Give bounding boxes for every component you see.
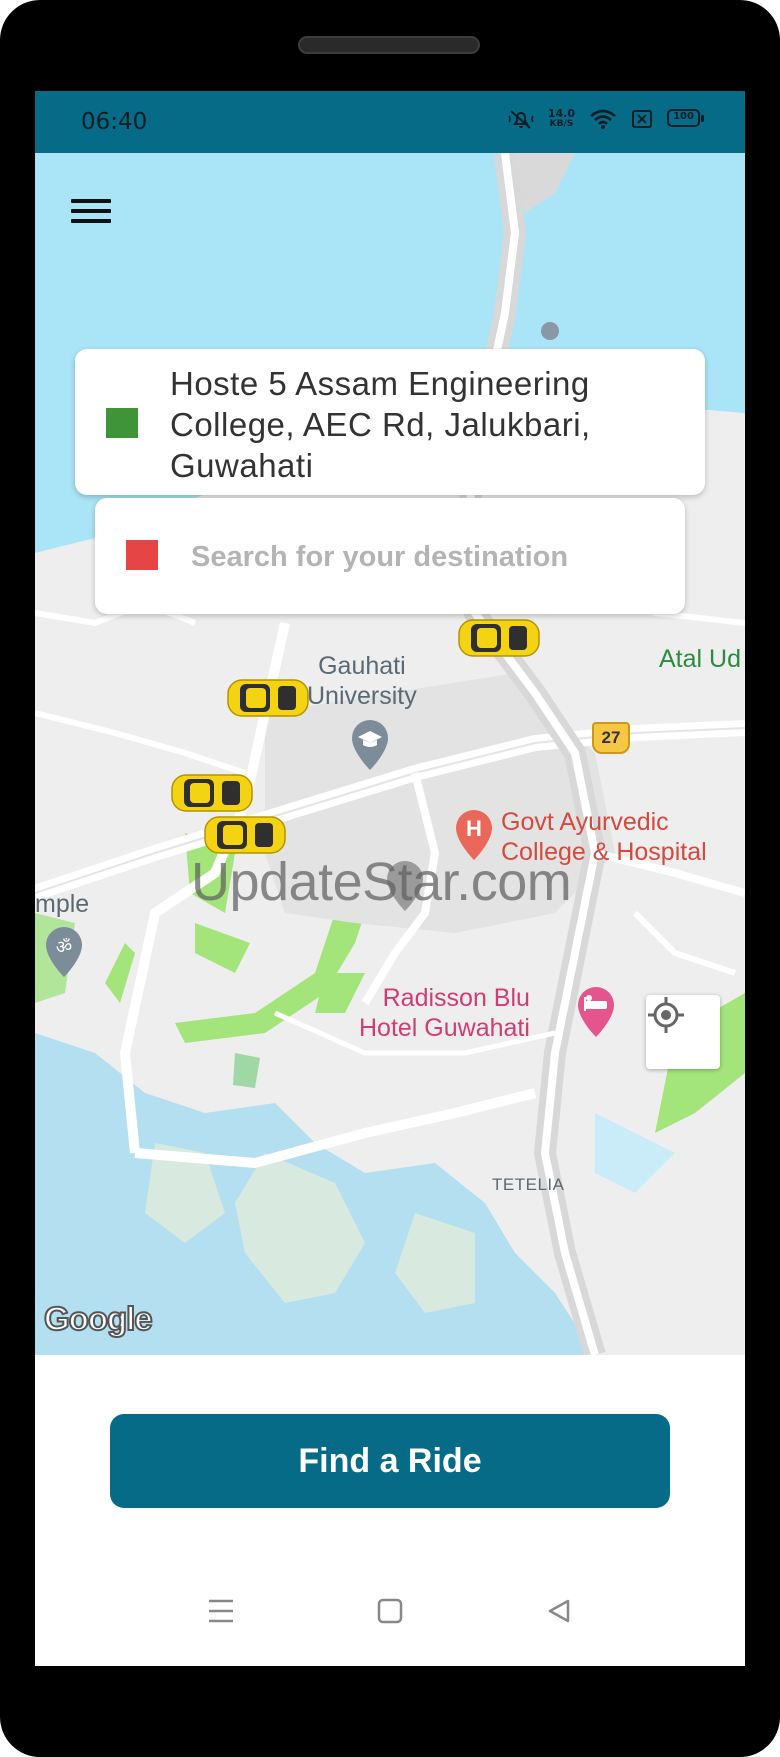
taxi-icon [458,619,540,657]
taxi-icon [227,679,309,717]
poi-label-university-line1: Gauhati [318,652,406,680]
poi-label-hotel-line2: Hotel Guwahati [359,1014,530,1042]
home-icon [377,1598,403,1624]
menu-icon[interactable] [71,195,111,227]
status-time: 06:40 [81,109,148,135]
back-button[interactable] [539,1591,579,1631]
road-shield-27: 27 [592,722,630,754]
map-label-temple: mple [35,890,90,918]
hotel-icon[interactable] [575,985,617,1039]
origin-card[interactable]: Hoste 5 Assam Engineering College, AEC R… [75,349,705,495]
network-speed: 14.0 KB/S [548,108,575,130]
recents-icon [209,1599,233,1623]
poi-label-university[interactable]: Gauhati University [307,651,417,711]
app-screen: 06:40 14.0 KB/S 100 Gauhati University H… [35,91,745,1666]
watermark: UpdateStar.com [191,852,572,912]
home-button[interactable] [370,1591,410,1631]
battery-icon: 100 [667,109,705,129]
my-location-button[interactable] [646,995,720,1069]
poi-label-hotel-line1: Radisson Blu [382,984,530,1012]
my-location-icon [648,997,684,1033]
find-ride-button[interactable]: Find a Ride [110,1414,670,1508]
poi-label-university-line2: University [307,682,417,710]
poi-label-hospital-line1: Govt Ayurvedic [501,808,669,836]
svg-text:H: H [466,816,482,841]
map-label-atal: Atal Ud [659,645,741,673]
network-speed-value: 14.0 [547,107,575,120]
destination-search-input[interactable] [189,534,663,580]
destination-marker [126,540,158,570]
network-speed-unit: KB/S [549,119,574,129]
temple-icon[interactable]: ॐ [43,925,85,979]
wifi-icon [590,109,616,129]
map-label-tetelia: TETELIA [492,1175,565,1194]
poi-label-hotel[interactable]: Radisson Blu Hotel Guwahati [359,983,530,1043]
status-icons: 14.0 KB/S 100 [508,108,705,130]
mute-icon [508,110,534,129]
taxi-icon [171,774,253,812]
recents-button[interactable] [201,1591,241,1631]
graduation-cap-icon[interactable] [349,718,391,772]
back-icon [548,1599,570,1623]
map-view[interactable]: Gauhati University H Govt Ayurvedic Coll… [35,153,745,1355]
system-nav-bar [35,1561,745,1661]
sim-off-icon [632,110,652,128]
svg-text:ॐ: ॐ [56,937,72,958]
origin-marker [106,408,138,438]
earpiece-speaker [298,36,480,54]
origin-address[interactable]: Hoste 5 Assam Engineering College, AEC R… [170,363,680,486]
phone-frame: 06:40 14.0 KB/S 100 Gauhati University H… [0,0,780,1757]
google-logo: Google [43,1299,154,1338]
status-bar: 06:40 14.0 KB/S 100 [35,91,745,153]
battery-level: 100 [673,111,694,122]
destination-card[interactable] [95,498,685,614]
